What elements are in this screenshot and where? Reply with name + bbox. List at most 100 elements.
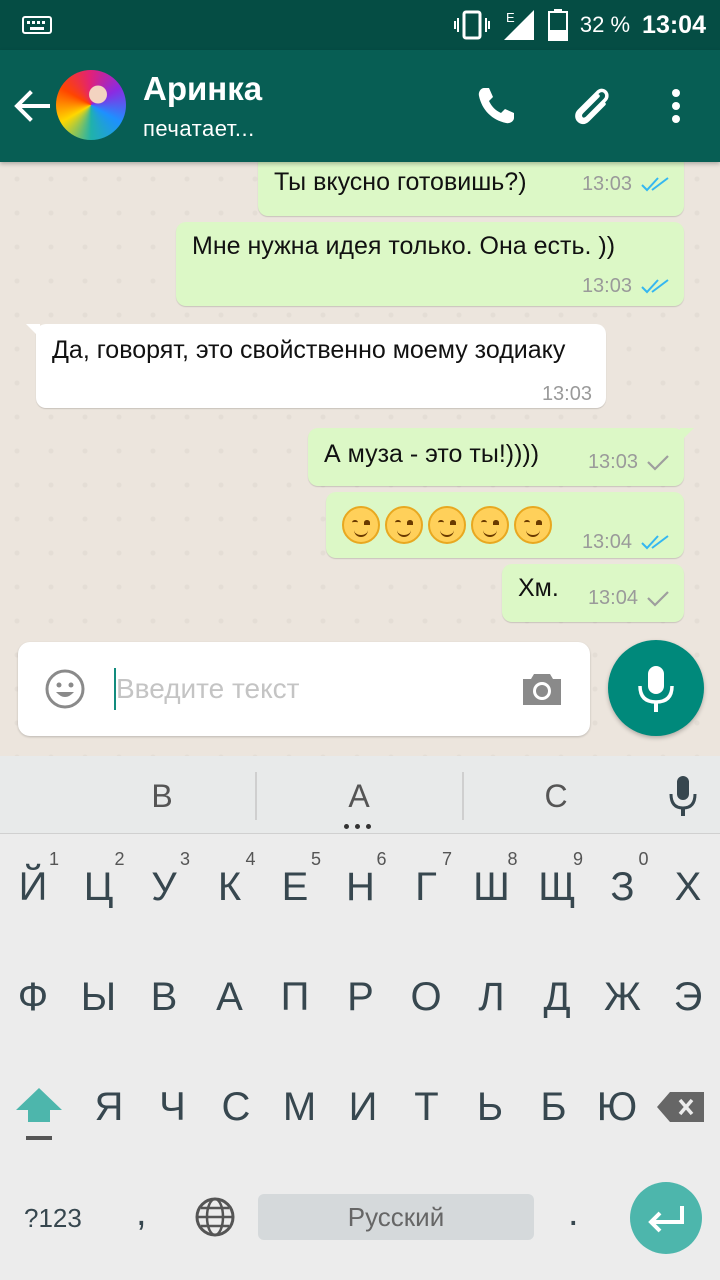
key[interactable]: С (206, 1072, 266, 1142)
key[interactable]: П (265, 962, 325, 1032)
key[interactable]: К4 (200, 850, 260, 922)
key[interactable]: З0 (593, 849, 653, 922)
camera-icon[interactable] (520, 668, 564, 708)
back-arrow-icon[interactable] (12, 86, 52, 126)
key[interactable]: Б (524, 1072, 584, 1142)
key[interactable]: А (200, 962, 260, 1032)
message-time: 13:04 (581, 531, 632, 553)
emoji-icon[interactable] (44, 668, 86, 710)
suggestion-item[interactable]: А (299, 778, 419, 815)
key[interactable]: Г7 (396, 849, 456, 922)
vibrate-icon (453, 10, 490, 40)
key[interactable]: Я (79, 1072, 139, 1142)
key[interactable]: Х (658, 852, 718, 922)
key-label: Л (478, 975, 505, 1019)
key-number-hint: 2 (114, 849, 125, 869)
key[interactable]: Ц2 (69, 849, 129, 922)
key[interactable]: Э (658, 962, 718, 1032)
key[interactable]: В (134, 962, 194, 1032)
key-label: П (280, 975, 310, 1019)
message-time: 13:03 (581, 275, 632, 297)
smiling-face-emoji (514, 506, 552, 544)
key-label: Я (94, 1085, 124, 1129)
clock: 13:04 (642, 10, 706, 39)
key[interactable]: Ж (593, 962, 653, 1032)
key[interactable]: Д (527, 962, 587, 1032)
battery-icon (547, 9, 568, 41)
key[interactable]: Е5 (265, 850, 325, 922)
key-label: Э (673, 975, 703, 1019)
enter-icon (648, 1206, 684, 1233)
message-input[interactable] (116, 664, 496, 714)
symbols-key[interactable]: ?123 (24, 1203, 82, 1234)
key[interactable]: Ы (69, 962, 129, 1032)
suggestion-item[interactable]: С (496, 778, 616, 815)
keyboard-mic-icon[interactable] (666, 774, 700, 818)
suggestion-strip: В А С (0, 756, 720, 834)
paperclip-icon[interactable] (568, 82, 616, 130)
key-label: У (151, 865, 177, 909)
suggestion-item[interactable]: В (102, 778, 222, 815)
key-number-hint: 0 (638, 849, 649, 869)
globe-icon[interactable] (194, 1196, 236, 1238)
key-label: Б (540, 1085, 567, 1129)
smiling-face-emoji (342, 506, 380, 544)
key[interactable]: Щ9 (527, 850, 587, 922)
key-label: Ш (473, 865, 510, 909)
svg-text:E: E (506, 10, 515, 25)
key-label: С (221, 1085, 251, 1129)
more-vert-icon[interactable] (652, 82, 700, 130)
key-label: А (216, 975, 243, 1019)
key[interactable]: Р (331, 962, 391, 1032)
double-check-icon (641, 279, 669, 294)
message-bubble[interactable]: А муза - это ты!)))) 13:03 (308, 428, 694, 486)
comma-key[interactable]: , (136, 1192, 147, 1235)
key[interactable]: О (396, 962, 456, 1032)
single-check-icon (647, 455, 669, 471)
message-bubble[interactable]: Мне нужна идея только. Она есть. )) 13:0… (176, 222, 684, 306)
shift-key[interactable] (14, 1086, 64, 1150)
voice-record-button[interactable] (608, 640, 704, 736)
contact-name[interactable]: Аринка (143, 70, 262, 108)
key[interactable]: Ь (460, 1072, 520, 1142)
key[interactable]: Т (397, 1072, 457, 1142)
key-label: Н (346, 865, 375, 909)
key[interactable]: Л (462, 962, 522, 1032)
typing-status: печатает... (143, 116, 255, 141)
message-text: Мне нужна идея только. Она есть. )) (192, 232, 616, 260)
period-key[interactable]: . (568, 1192, 579, 1235)
key[interactable]: Й1 (3, 850, 63, 922)
key-label: В (150, 975, 178, 1019)
more-suggestions-dots[interactable] (344, 824, 371, 829)
backspace-key[interactable] (656, 1090, 706, 1124)
space-bar[interactable]: Русский (258, 1194, 534, 1240)
enter-key[interactable] (630, 1182, 702, 1254)
avatar[interactable] (56, 70, 126, 140)
key-label: Щ (538, 865, 576, 909)
key-label: Ц (83, 865, 114, 909)
key[interactable]: М (270, 1072, 330, 1142)
chat-header: Аринка печатает... (0, 50, 720, 162)
key[interactable]: Ч (143, 1072, 203, 1142)
message-text: Да, говорят, это свойственно моему зодиа… (52, 336, 566, 364)
key[interactable]: И (333, 1072, 393, 1142)
key[interactable]: Ю (587, 1072, 647, 1142)
message-bubble[interactable]: Хм. 13:04 (502, 564, 684, 622)
smiling-face-emoji (385, 506, 423, 544)
phone-icon[interactable] (472, 82, 520, 130)
battery-percent: 32 % (579, 12, 631, 37)
key[interactable]: Ш8 (462, 850, 522, 922)
status-bar: E 32 % 13:04 (0, 0, 720, 50)
keyboard: В А С ?123 , Русский . Й1Ц2У3К4Е5Н6Г7Ш8Щ… (0, 756, 720, 1280)
message-bubble[interactable]: Да, говорят, это свойственно моему зодиа… (26, 324, 606, 408)
key-label: Д (543, 975, 571, 1019)
keyboard-icon (22, 16, 52, 34)
key[interactable]: Ф (3, 962, 63, 1032)
message-bubble[interactable]: 13:04 (326, 492, 684, 558)
key[interactable]: Н6 (331, 850, 391, 922)
key-number-hint: 7 (441, 849, 452, 869)
message-bubble[interactable]: Ты вкусно готовишь?) 13:03 (258, 162, 684, 216)
key-label: О (410, 975, 442, 1019)
message-text: Хм. (518, 574, 559, 602)
key[interactable]: У3 (134, 850, 194, 922)
